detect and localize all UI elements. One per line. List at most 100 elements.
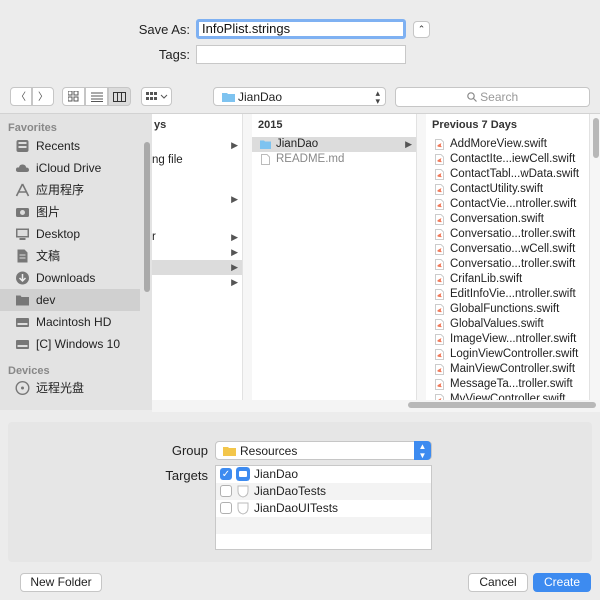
swift-file-icon xyxy=(435,259,444,270)
list-item[interactable]: Conversation.swift xyxy=(426,212,589,227)
toolbar: 〈 〉 JianDao ▴ ▾ Search xyxy=(0,78,600,114)
save-as-label: Save As: xyxy=(138,22,190,37)
list-item[interactable]: ContactTabl...wData.swift xyxy=(426,167,589,182)
sidebar-item-dev[interactable]: dev xyxy=(0,289,140,311)
list-item[interactable]: ContactUtility.swift xyxy=(426,182,589,197)
list-item[interactable]: MainViewController.swift xyxy=(426,362,589,377)
swift-file-icon xyxy=(435,289,444,300)
list-item[interactable]: ▶ xyxy=(152,245,242,260)
file-name: ContactVie...ntroller.swift xyxy=(450,198,577,210)
new-folder-button[interactable]: New Folder xyxy=(20,573,102,592)
back-button[interactable]: 〈 xyxy=(10,87,32,106)
vertical-scrollbar[interactable] xyxy=(593,118,599,158)
list-item[interactable]: JianDao ▶ xyxy=(252,137,416,152)
column-view-button[interactable] xyxy=(108,87,131,106)
sidebar-item-windows[interactable]: [C] Windows 10 xyxy=(0,333,140,355)
horizontal-scrollbar[interactable] xyxy=(408,402,596,408)
disk-icon xyxy=(16,340,29,349)
tags-input[interactable] xyxy=(196,45,406,64)
list-item[interactable]: MessageTa...troller.swift xyxy=(426,377,589,392)
app-target-icon xyxy=(236,467,250,481)
sidebar-item-desktop[interactable]: Desktop xyxy=(0,223,140,245)
list-item[interactable]: ContactVie...ntroller.swift xyxy=(426,197,589,212)
list-view-icon xyxy=(90,92,103,102)
icon-view-button[interactable] xyxy=(62,87,85,106)
list-item[interactable]: MyViewController.swift xyxy=(426,392,589,400)
chevron-right-icon: ▶ xyxy=(231,247,238,257)
sidebar-item-label: dev xyxy=(36,293,56,307)
sidebar-item-applications[interactable]: 应用程序 xyxy=(0,179,140,201)
sidebar-item-recents[interactable]: Recents xyxy=(0,135,140,157)
list-item[interactable]: Conversatio...troller.swift xyxy=(426,227,589,242)
column-divider[interactable] xyxy=(417,114,426,400)
browser-column-3: Previous 7 Days AddMoreView.swift Contact… xyxy=(426,114,590,400)
target-row-jiandaotests[interactable]: JianDaoTests xyxy=(216,483,431,500)
column-divider[interactable] xyxy=(243,114,252,400)
file-name: GlobalFunctions.swift xyxy=(450,303,560,315)
list-view-button[interactable] xyxy=(85,87,108,106)
sidebar-item-macintosh-hd[interactable]: Macintosh HD xyxy=(0,311,140,333)
collapse-button[interactable]: ⌃ xyxy=(413,21,430,38)
file-name: MyViewController.swift xyxy=(450,393,566,400)
file-name: EditInfoVie...ntroller.swift xyxy=(450,288,576,300)
swift-file-icon xyxy=(435,244,444,255)
path-popup[interactable]: JianDao ▴ ▾ xyxy=(213,87,386,106)
swift-file-icon xyxy=(435,319,444,330)
disk-icon xyxy=(16,318,29,327)
list-item[interactable]: ContactIte...iewCell.swift xyxy=(426,152,589,167)
file-icon xyxy=(261,154,270,165)
disc-icon xyxy=(15,381,30,395)
target-row-jiandaouitests[interactable]: JianDaoUITests xyxy=(216,500,431,517)
target-checkbox[interactable] xyxy=(220,502,232,514)
swift-file-icon xyxy=(435,304,444,315)
list-item[interactable]: Conversatio...wCell.swift xyxy=(426,242,589,257)
list-item[interactable]: GlobalValues.swift xyxy=(426,317,589,332)
sidebar-item-downloads[interactable]: Downloads xyxy=(0,267,140,289)
list-item[interactable]: README.md xyxy=(252,152,416,167)
swift-file-icon xyxy=(435,139,444,150)
sidebar-item-pictures[interactable]: 图片 xyxy=(0,201,140,223)
target-checkbox[interactable] xyxy=(220,485,232,497)
create-button[interactable]: Create xyxy=(533,573,591,592)
list-item[interactable]: ▶ xyxy=(152,260,242,275)
back-icon: 〈 xyxy=(16,92,26,103)
arrange-button[interactable] xyxy=(141,87,172,106)
list-item[interactable]: ng file xyxy=(152,153,242,168)
list-item[interactable]: ImageView...ntroller.swift xyxy=(426,332,589,347)
list-item[interactable]: r ▶ xyxy=(152,230,242,245)
icon-view-icon xyxy=(67,90,79,102)
list-item[interactable]: ▶ xyxy=(152,192,242,207)
favorites-header: Favorites xyxy=(8,122,57,134)
list-item[interactable]: Conversatio...troller.swift xyxy=(426,257,589,272)
target-row-jiandao[interactable]: ✓ JianDao xyxy=(216,466,431,483)
folder-icon xyxy=(222,93,235,102)
chevron-right-icon: ▶ xyxy=(231,194,238,204)
cancel-button[interactable]: Cancel xyxy=(468,573,528,592)
sidebar-item-icloud[interactable]: iCloud Drive xyxy=(0,157,140,179)
sidebar-scrollbar[interactable] xyxy=(144,142,150,292)
path-popup-label: JianDao xyxy=(238,90,283,104)
swift-file-icon xyxy=(435,199,444,210)
target-checkbox[interactable]: ✓ xyxy=(220,468,232,480)
file-name: MessageTa...troller.swift xyxy=(450,378,573,390)
sidebar-item-documents[interactable]: 文稿 xyxy=(0,245,140,267)
list-item[interactable]: CrifanLib.swift xyxy=(426,272,589,287)
list-item[interactable]: AddMoreView.swift xyxy=(426,137,589,152)
chevron-right-icon: ▶ xyxy=(405,139,412,149)
file-name: ContactUtility.swift xyxy=(450,183,544,195)
search-input[interactable]: Search xyxy=(395,87,590,107)
list-item[interactable]: EditInfoVie...ntroller.swift xyxy=(426,287,589,302)
filename-input[interactable]: InfoPlist.strings xyxy=(196,19,406,39)
swift-file-icon xyxy=(435,184,444,195)
group-popup[interactable]: Resources ▲ ▼ xyxy=(215,441,432,460)
sidebar-item-label: [C] Windows 10 xyxy=(36,337,121,351)
sidebar-item-remote-disc[interactable]: 远程光盘 xyxy=(0,377,140,399)
swift-file-icon xyxy=(435,349,444,360)
sidebar-item-label: 应用程序 xyxy=(36,183,85,197)
forward-button[interactable]: 〉 xyxy=(32,87,54,106)
list-item[interactable]: ▶ xyxy=(152,275,242,290)
list-item[interactable]: GlobalFunctions.swift xyxy=(426,302,589,317)
list-item[interactable]: LoginViewController.swift xyxy=(426,347,589,362)
file-name: Conversatio...troller.swift xyxy=(450,228,576,240)
list-item[interactable]: ▶ xyxy=(152,138,242,153)
